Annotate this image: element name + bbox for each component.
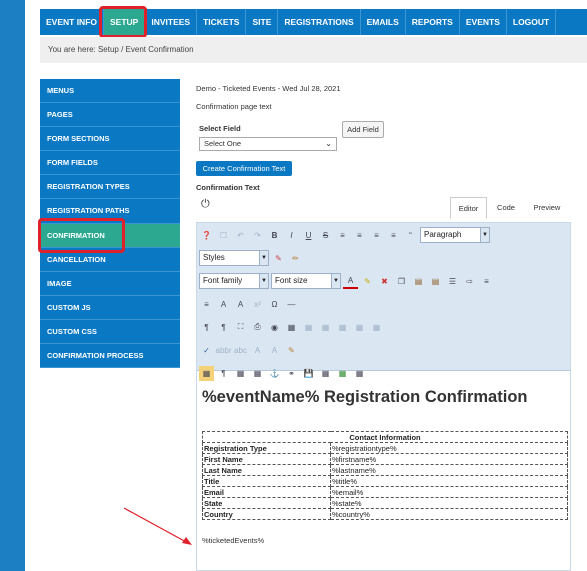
red-annotation-arrow — [123, 507, 192, 545]
